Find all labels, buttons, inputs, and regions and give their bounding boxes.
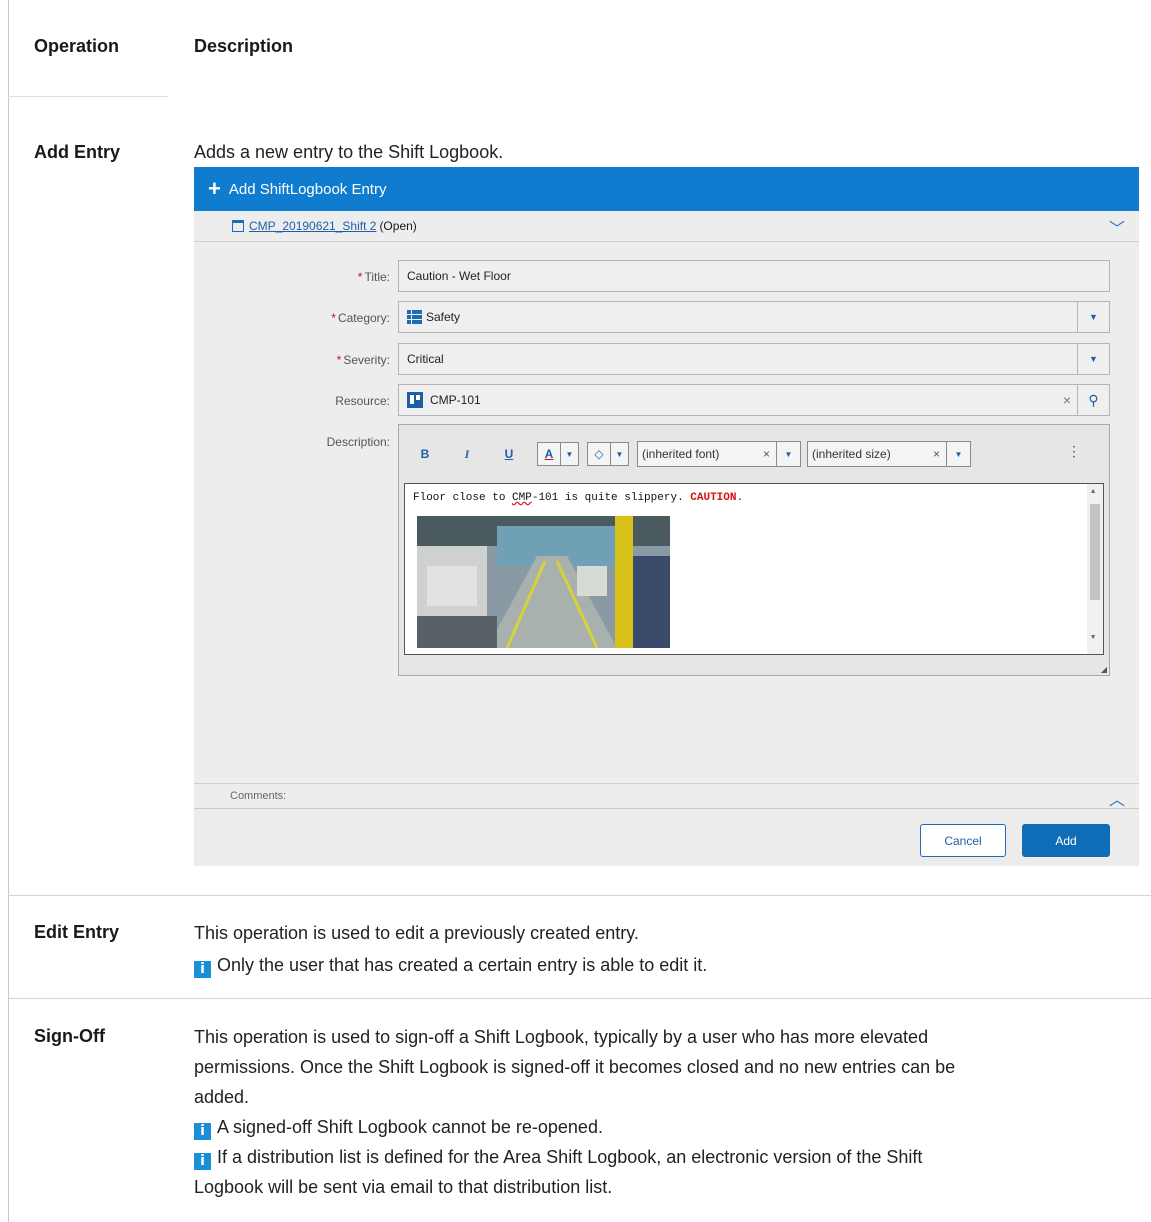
- info-icon: i: [194, 1123, 211, 1140]
- dropdown-arrow-icon[interactable]: ▼: [1077, 302, 1109, 332]
- severity-select[interactable]: Critical ▼: [398, 343, 1110, 375]
- add-entry-dialog: + Add ShiftLogbook Entry CMP_20190621_Sh…: [194, 167, 1139, 866]
- add-button[interactable]: Add: [1022, 824, 1110, 857]
- italic-button[interactable]: I: [453, 447, 481, 462]
- scroll-down-icon[interactable]: ▼: [1091, 634, 1095, 642]
- operation-edit-entry: Edit Entry: [34, 922, 120, 942]
- required-marker: *: [336, 353, 342, 367]
- chevron-up-icon[interactable]: ︿: [1109, 786, 1125, 810]
- bold-button[interactable]: B: [411, 447, 439, 461]
- dropdown-arrow-icon[interactable]: ▼: [610, 443, 628, 465]
- note-sign-off-1: i A signed-off Shift Logbook cannot be re…: [194, 1112, 603, 1142]
- title-value: Caution - Wet Floor: [407, 269, 511, 283]
- shift-bar: CMP_20190621_Shift 2 (Open) ﹀: [194, 211, 1139, 242]
- category-label-text: Category:: [337, 311, 390, 325]
- description-sign-off-1: This operation is used to sign-off a Shi…: [194, 1027, 929, 1047]
- shift-link[interactable]: CMP_20190621_Shift 2: [249, 219, 376, 233]
- content-text-rest: -101 is quite slippery.: [531, 492, 691, 504]
- description-sign-off-2: permissions. Once the Shift Logbook is s…: [194, 1057, 956, 1077]
- column-header-description: Description: [194, 36, 294, 56]
- note-sign-off-1-text: A signed-off Shift Logbook cannot be re-…: [217, 1117, 603, 1137]
- content-caution: CAUTION.: [690, 492, 744, 504]
- dialog-title: Add ShiftLogbook Entry: [228, 180, 387, 198]
- scroll-thumb[interactable]: [1090, 504, 1100, 600]
- font-family-value: (inherited font): [642, 447, 720, 461]
- background-color-picker[interactable]: ◇ ▼: [587, 442, 629, 466]
- row-divider: [8, 96, 168, 97]
- comments-label: Comments:: [230, 790, 287, 802]
- title-label-text: Title:: [364, 270, 390, 284]
- more-options-icon[interactable]: ⋮: [1067, 443, 1081, 460]
- rich-text-editor: B I U A ▼ ◇ ▼ (inherited font) × ▼ (inhe…: [398, 424, 1110, 676]
- clear-icon[interactable]: ×: [763, 447, 770, 461]
- dropdown-arrow-icon[interactable]: ▼: [776, 442, 800, 466]
- description-label-text: Description:: [326, 435, 390, 449]
- column-header-operation: Operation: [34, 36, 120, 56]
- operation-add-entry: Add Entry: [34, 142, 121, 162]
- description-sign-off-3: added.: [194, 1087, 250, 1107]
- clear-icon[interactable]: ×: [933, 447, 940, 461]
- editor-toolbar: B I U A ▼ ◇ ▼ (inherited font) × ▼ (inhe…: [399, 425, 1109, 483]
- scroll-up-icon[interactable]: ▲: [1091, 488, 1095, 496]
- note-sign-off-2-cont: Logbook will be sent via email to that d…: [194, 1177, 613, 1197]
- severity-label: * Severity:: [240, 353, 390, 367]
- category-label: * Category:: [240, 311, 390, 325]
- calendar-icon: [232, 220, 244, 232]
- title-field[interactable]: Caution - Wet Floor: [398, 260, 1110, 292]
- note-edit-entry: i Only the user that has created a certai…: [194, 950, 707, 980]
- resource-icon: [407, 392, 423, 408]
- resource-label-text: Resource:: [335, 394, 390, 408]
- category-value: Safety: [426, 310, 461, 324]
- font-size-value: (inherited size): [812, 447, 891, 461]
- note-sign-off-2: i If a distribution list is defined for t…: [194, 1142, 922, 1172]
- editor-content[interactable]: Floor close to CMP-101 is quite slippery…: [404, 483, 1104, 655]
- factory-floor-image: [417, 516, 670, 648]
- dropdown-arrow-icon[interactable]: ▼: [946, 442, 970, 466]
- font-color-picker[interactable]: A ▼: [537, 442, 579, 466]
- dropdown-arrow-icon[interactable]: ▼: [560, 443, 578, 465]
- category-select[interactable]: Safety ▼: [398, 301, 1110, 333]
- chevron-down-icon[interactable]: ﹀: [1109, 215, 1125, 239]
- description-label: Description:: [240, 435, 390, 449]
- font-size-combo[interactable]: (inherited size) × ▼: [807, 441, 971, 467]
- dropdown-arrow-icon[interactable]: ▼: [1077, 344, 1109, 374]
- required-marker: *: [357, 270, 363, 284]
- dialog-footer: Cancel Add: [194, 808, 1139, 866]
- info-icon: i: [194, 1153, 211, 1170]
- info-icon: i: [194, 961, 211, 978]
- description-add-entry: Adds a new entry to the Shift Logbook.: [194, 142, 504, 162]
- resource-value: CMP-101: [430, 393, 481, 407]
- editor-scrollbar[interactable]: ▲ ▼: [1087, 484, 1103, 654]
- row-divider: [8, 998, 1151, 999]
- note-sign-off-2-text: If a distribution list is defined for th…: [217, 1147, 923, 1167]
- note-edit-entry-text: Only the user that has created a certain…: [217, 955, 708, 975]
- clear-icon[interactable]: ×: [1063, 392, 1071, 408]
- underline-button[interactable]: U: [495, 447, 523, 461]
- dialog-title-bar: + Add ShiftLogbook Entry: [194, 167, 1139, 211]
- description-edit-entry: This operation is used to edit a previou…: [194, 923, 639, 943]
- font-color-icon: A: [544, 447, 554, 461]
- table-left-border: [8, 0, 9, 1222]
- title-label: * Title:: [240, 270, 390, 284]
- search-icon[interactable]: ⚲: [1077, 385, 1109, 415]
- comments-section[interactable]: Comments: ︿: [194, 783, 1139, 810]
- row-divider: [8, 895, 1151, 896]
- font-family-combo[interactable]: (inherited font) × ▼: [637, 441, 801, 467]
- plus-icon: +: [208, 176, 221, 201]
- resource-label: Resource:: [240, 394, 390, 408]
- content-text: Floor close to: [413, 492, 513, 504]
- content-resource-ref: CMP: [512, 492, 532, 504]
- category-icon: [407, 310, 422, 324]
- droplet-icon: ◇: [594, 447, 604, 461]
- cancel-button[interactable]: Cancel: [920, 824, 1006, 857]
- resource-field[interactable]: CMP-101 × ⚲: [398, 384, 1110, 416]
- severity-value: Critical: [407, 352, 444, 366]
- shift-status: (Open): [379, 219, 417, 233]
- resize-handle-icon[interactable]: ◢: [1101, 665, 1107, 674]
- required-marker: *: [331, 311, 336, 325]
- operation-sign-off: Sign-Off: [34, 1026, 105, 1046]
- severity-label-text: Severity:: [343, 353, 390, 367]
